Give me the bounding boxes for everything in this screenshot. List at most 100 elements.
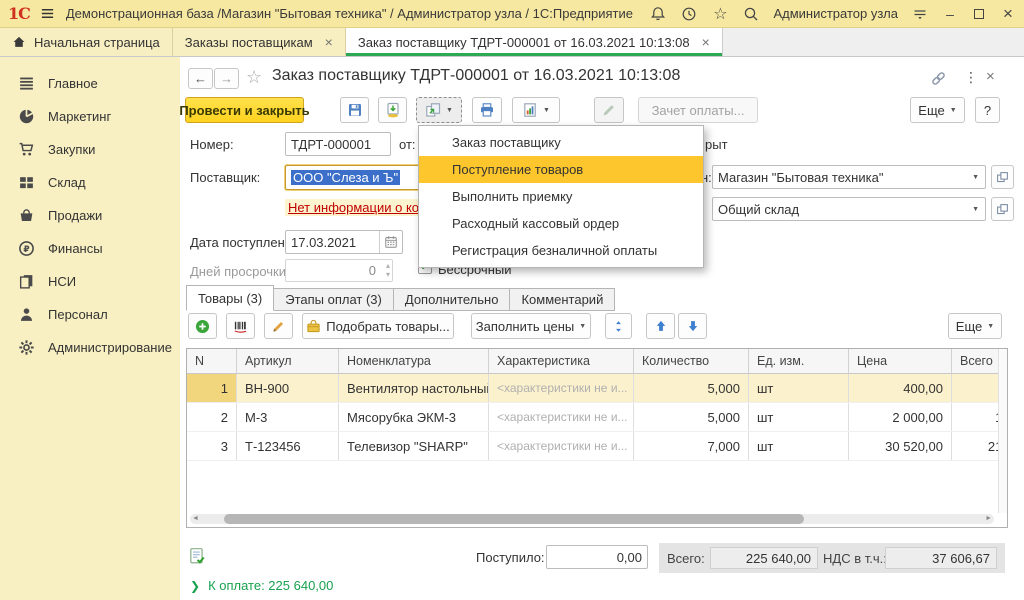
reports-button[interactable]: ▼ xyxy=(512,97,560,123)
horizontal-scrollbar[interactable]: ◄ ► xyxy=(190,514,994,524)
vertical-scrollbar[interactable] xyxy=(998,349,1007,513)
pick-goods-button[interactable]: Подобрать товары... xyxy=(302,313,454,339)
move-row-up-button[interactable] xyxy=(646,313,675,339)
col-quantity[interactable]: Количество xyxy=(634,349,749,373)
edit-button-disabled[interactable] xyxy=(594,97,624,123)
sidebar-item-nsi[interactable]: НСИ xyxy=(0,265,180,298)
col-unit[interactable]: Ед. изм. xyxy=(749,349,849,373)
store-open-button[interactable] xyxy=(991,165,1014,189)
list-icon xyxy=(18,75,35,92)
tab-additional[interactable]: Дополнительно xyxy=(394,288,511,311)
menu-item-supplier-order[interactable]: Заказ поставщику xyxy=(419,129,703,156)
post-document-button[interactable] xyxy=(378,97,407,123)
sidebar-label: Администрирование xyxy=(48,340,172,355)
col-n[interactable]: N xyxy=(187,349,237,373)
sidebar-item-main[interactable]: Главное xyxy=(0,67,180,100)
nav-forward-button[interactable]: → xyxy=(214,68,239,89)
cart-icon xyxy=(18,141,35,158)
post-and-close-button[interactable]: Провести и закрыть xyxy=(185,97,304,123)
table-row[interactable]: 2 М-3 Мясорубка ЭКМ-3 <характеристики не… xyxy=(187,403,1008,432)
current-user-label[interactable]: Администратор узла xyxy=(773,6,898,21)
spinner-icon[interactable]: ▴▾ xyxy=(386,261,390,279)
tab-comment[interactable]: Комментарий xyxy=(510,288,615,311)
received-input[interactable]: 0,00 xyxy=(546,545,648,569)
menu-item-cash-outflow-order[interactable]: Расходный кассовый ордер xyxy=(419,210,703,237)
menu-item-perform-acceptance[interactable]: Выполнить приемку xyxy=(419,183,703,210)
table-row[interactable]: 3 Т-123456 Телевизор "SHARP" <характерис… xyxy=(187,432,1008,461)
col-sku[interactable]: Артикул xyxy=(237,349,339,373)
main-menu-icon[interactable] xyxy=(39,5,57,23)
titlebar: 1С Демонстрационная база /Магазин "Бытов… xyxy=(0,0,1024,28)
sidebar-label: Маркетинг xyxy=(48,109,111,124)
cell-characteristic: <характеристики не и... xyxy=(489,432,634,460)
menu-item-cashless-payment-registration[interactable]: Регистрация безналичной оплаты xyxy=(419,237,703,264)
goods-more-button[interactable]: Еще▼ xyxy=(948,313,1002,339)
number-label: Номер: xyxy=(190,137,234,152)
notifications-bell-icon[interactable] xyxy=(649,5,667,23)
warehouse-open-button[interactable] xyxy=(991,197,1014,221)
tab-supplier-order-document[interactable]: Заказ поставщику ТДРТ-000001 от 16.03.20… xyxy=(346,28,723,56)
close-window-button[interactable]: × xyxy=(1000,6,1016,22)
service-menu-icon[interactable] xyxy=(911,5,929,23)
kebab-menu-icon[interactable]: ⋮ xyxy=(964,69,978,86)
edit-row-button[interactable] xyxy=(264,313,293,339)
maximize-button[interactable] xyxy=(971,6,987,22)
sidebar-item-purchases[interactable]: Закупки xyxy=(0,133,180,166)
scroll-left-icon[interactable]: ◄ xyxy=(192,515,199,522)
favorite-star-icon[interactable]: ☆ xyxy=(246,67,262,88)
nav-back-button[interactable]: ← xyxy=(188,68,213,89)
tab-supplier-orders-list[interactable]: Заказы поставщикам × xyxy=(173,28,346,56)
receipt-date-input[interactable]: 17.03.2021 xyxy=(285,230,403,254)
create-based-on-button[interactable]: ▼ xyxy=(416,97,462,123)
number-input[interactable]: ТДРТ-000001 xyxy=(285,132,391,156)
col-item[interactable]: Номенклатура xyxy=(339,349,489,373)
overdue-days-input[interactable]: 0 ▴▾ xyxy=(285,259,393,282)
menu-item-goods-receipt[interactable]: Поступление товаров xyxy=(419,156,703,183)
form-more-button[interactable]: Еще▼ xyxy=(910,97,965,123)
chevron-down-icon[interactable]: ▼ xyxy=(972,206,979,213)
save-button[interactable] xyxy=(340,97,369,123)
fill-prices-button[interactable]: Заполнить цены▼ xyxy=(471,313,591,339)
col-characteristic[interactable]: Характеристика xyxy=(489,349,634,373)
col-price[interactable]: Цена xyxy=(849,349,952,373)
sidebar-item-marketing[interactable]: Маркетинг xyxy=(0,100,180,133)
arrow-up-icon xyxy=(654,319,668,333)
add-row-button[interactable] xyxy=(188,313,217,339)
calendar-icon[interactable] xyxy=(379,231,402,253)
tab-payment-stages[interactable]: Этапы оплат (3) xyxy=(274,288,394,311)
expand-rows-button[interactable] xyxy=(605,313,632,339)
scrollbar-thumb[interactable] xyxy=(224,514,804,524)
favorites-star-icon[interactable]: ☆ xyxy=(711,5,729,23)
move-row-down-button[interactable] xyxy=(678,313,707,339)
close-form-icon[interactable]: × xyxy=(986,68,995,85)
arrow-down-icon xyxy=(686,319,700,333)
minimize-button[interactable]: – xyxy=(942,6,958,22)
supplier-label: Поставщик: xyxy=(190,170,260,185)
tab-close-icon[interactable]: × xyxy=(325,34,333,50)
tab-goods[interactable]: Товары (3) xyxy=(186,285,274,311)
sidebar-item-administration[interactable]: Администрирование xyxy=(0,331,180,364)
help-button[interactable]: ? xyxy=(975,97,1000,123)
history-icon[interactable] xyxy=(680,5,698,23)
table-row[interactable]: 1 ВН-900 Вентилятор настольный <характер… xyxy=(187,374,1008,403)
tab-close-icon[interactable]: × xyxy=(702,34,710,50)
sidebar-item-personnel[interactable]: Персонал xyxy=(0,298,180,331)
scroll-right-icon[interactable]: ► xyxy=(985,515,992,522)
payable-expander-link[interactable]: ❯ К оплате: 225 640,00 xyxy=(190,578,333,593)
sidebar-item-warehouse[interactable]: Склад xyxy=(0,166,180,199)
tab-home[interactable]: Начальная страница xyxy=(0,28,173,56)
get-link-icon[interactable] xyxy=(930,70,947,90)
barcode-scan-button[interactable] xyxy=(226,313,255,339)
search-icon[interactable] xyxy=(742,5,760,23)
print-button[interactable] xyxy=(472,97,502,123)
vat-value: 37 606,67 xyxy=(885,547,997,569)
no-contact-info-link[interactable]: Нет информации о кон xyxy=(285,199,429,216)
offset-payment-button[interactable]: Зачет оплаты... xyxy=(638,97,758,123)
open-form-icon xyxy=(996,171,1009,184)
sidebar-item-finance[interactable]: ₽ Финансы xyxy=(0,232,180,265)
warehouse-combobox[interactable]: Общий склад ▼ xyxy=(712,197,986,221)
chevron-down-icon[interactable]: ▼ xyxy=(972,174,979,181)
sidebar-item-sales[interactable]: Продажи xyxy=(0,199,180,232)
cell-item: Мясорубка ЭКМ-3 xyxy=(339,403,489,431)
store-combobox[interactable]: Магазин "Бытовая техника" ▼ xyxy=(712,165,986,189)
